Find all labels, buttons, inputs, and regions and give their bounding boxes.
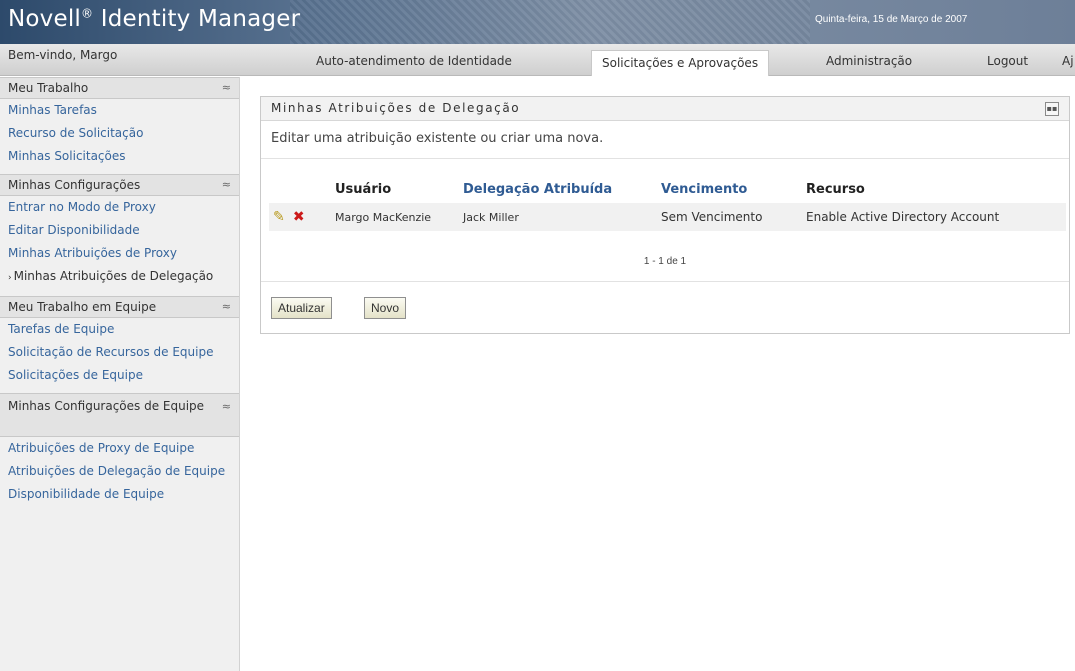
section-title: Meu Trabalho — [8, 81, 89, 95]
sidebar-item-team-proxy[interactable]: Atribuições de Proxy de Equipe — [0, 437, 239, 460]
sidebar-item-request-resource[interactable]: Recurso de Solicitação — [0, 122, 239, 145]
column-expiration[interactable]: Vencimento — [657, 176, 802, 203]
section-title: Meu Trabalho em Equipe — [8, 300, 157, 314]
collapse-icon[interactable]: ≈ — [222, 81, 231, 94]
pagination-text: 1 - 1 de 1 — [643, 256, 687, 267]
tab-logout[interactable]: Logout — [987, 54, 1028, 68]
collapse-icon[interactable]: ≈ — [222, 300, 231, 313]
brand-mark: ® — [81, 6, 94, 21]
sidebar: Meu Trabalho ≈ Minhas Tarefas Recurso de… — [0, 77, 240, 671]
new-button[interactable]: Novo — [364, 297, 407, 319]
sidebar-item-edit-availability[interactable]: Editar Disponibilidade — [0, 219, 239, 242]
table-header-row: Usuário Delegação Atribuída Vencimento R… — [269, 176, 1066, 203]
cell-user: Margo MacKenzie — [331, 203, 459, 231]
sidebar-item-team-availability[interactable]: Disponibilidade de Equipe — [0, 483, 239, 506]
sidebar-item-label: Minhas Atribuições de Delegação — [13, 269, 214, 283]
nav-bar: Bem-vindo, Margo Auto-atendimento de Ide… — [0, 44, 1075, 76]
table-row: ✎ ✖ Margo MacKenzie Jack Miller Sem Venc… — [269, 203, 1066, 231]
section-title: Minhas Configurações de Equipe — [8, 399, 205, 413]
panel-description: Editar uma atribuição existente ou criar… — [261, 121, 1069, 159]
divider — [261, 281, 1069, 282]
refresh-button[interactable]: Atualizar — [271, 297, 332, 319]
sidebar-item-my-requests[interactable]: Minhas Solicitações — [0, 145, 239, 174]
collapse-icon[interactable]: ≈ — [222, 397, 231, 416]
sidebar-item-team-requests[interactable]: Solicitações de Equipe — [0, 364, 239, 393]
welcome-text: Bem-vindo, Margo — [8, 48, 118, 62]
sidebar-section-team-settings[interactable]: Minhas Configurações de Equipe ≈ — [0, 393, 239, 437]
column-user: Usuário — [335, 182, 392, 197]
sidebar-section-my-work[interactable]: Meu Trabalho ≈ — [0, 77, 239, 99]
current-item-bullet-icon: › — [8, 273, 12, 283]
cell-delegate: Jack Miller — [459, 203, 657, 231]
row-actions: ✎ ✖ — [269, 203, 331, 231]
column-delegate[interactable]: Delegação Atribuída — [459, 176, 657, 203]
header-texture — [290, 0, 810, 44]
collapse-icon[interactable]: ≈ — [222, 178, 231, 191]
panel-menu-icon[interactable]: ▪▪ — [1045, 102, 1059, 116]
app-title: Novell® Identity Manager — [8, 6, 300, 32]
cell-resource: Enable Active Directory Account — [802, 203, 1066, 231]
column-resource: Recurso — [806, 182, 865, 197]
section-title: Minhas Configurações — [8, 178, 141, 192]
sidebar-section-team-work[interactable]: Meu Trabalho em Equipe ≈ — [0, 296, 239, 318]
header-date: Quinta-feira, 15 de Março de 2007 — [815, 14, 968, 25]
sidebar-item-proxy-assignments[interactable]: Minhas Atribuições de Proxy — [0, 242, 239, 265]
sidebar-item-delegate-assignments[interactable]: › Minhas Atribuições de Delegação — [0, 265, 239, 296]
sidebar-item-team-delegate[interactable]: Atribuições de Delegação de Equipe — [0, 460, 239, 483]
edit-pencil-icon[interactable]: ✎ — [273, 209, 289, 225]
panel-title: Minhas Atribuições de Delegação — [261, 97, 1069, 121]
header-bar: Novell® Identity Manager Quinta-feira, 1… — [0, 0, 1075, 44]
brand-suffix: Identity Manager — [100, 6, 301, 32]
tab-requests-approvals[interactable]: Solicitações e Aprovações — [591, 50, 770, 76]
cell-expiration: Sem Vencimento — [657, 203, 802, 231]
sidebar-item-enter-proxy[interactable]: Entrar no Modo de Proxy — [0, 196, 239, 219]
delete-x-icon[interactable]: ✖ — [293, 209, 309, 225]
sidebar-item-team-tasks[interactable]: Tarefas de Equipe — [0, 318, 239, 341]
assignments-table: Usuário Delegação Atribuída Vencimento R… — [269, 176, 1066, 231]
actions-column-header — [269, 176, 331, 203]
brand-name: Novell — [8, 6, 82, 32]
tab-administration[interactable]: Administração — [826, 54, 912, 68]
tab-help[interactable]: Aj — [1062, 54, 1074, 68]
delegate-assignments-panel: Minhas Atribuições de Delegação ▪▪ Edita… — [260, 96, 1070, 334]
sidebar-section-my-settings[interactable]: Minhas Configurações ≈ — [0, 174, 239, 196]
sidebar-item-team-resource-request[interactable]: Solicitação de Recursos de Equipe — [0, 341, 239, 364]
sidebar-item-my-tasks[interactable]: Minhas Tarefas — [0, 99, 239, 122]
tab-identity-self-service[interactable]: Auto-atendimento de Identidade — [316, 54, 512, 68]
